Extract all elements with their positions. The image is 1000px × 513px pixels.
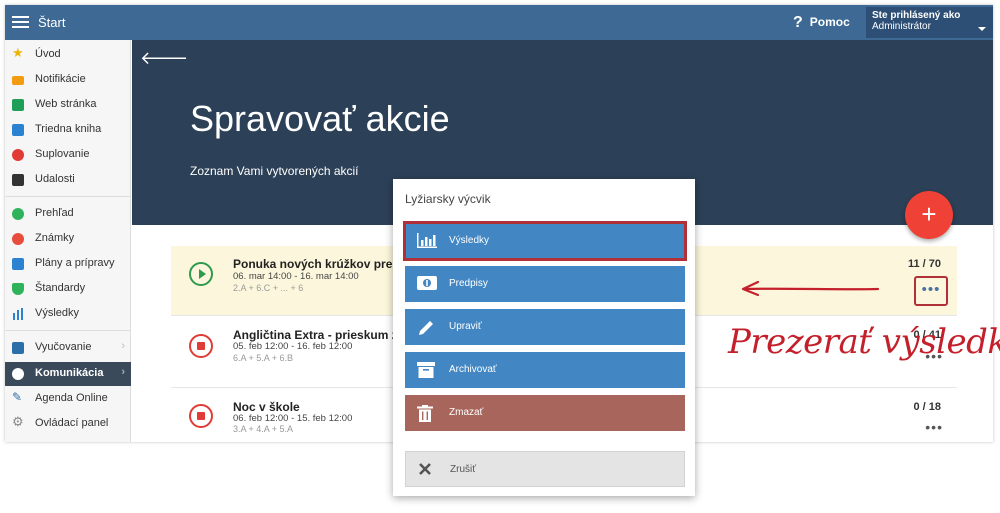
more-options-icon[interactable]: ••• [925,419,943,435]
hamburger-menu-icon[interactable] [11,12,31,32]
event-date: 06. feb 12:00 - 15. feb 12:00 [233,413,353,424]
briefcase-icon [12,258,24,270]
event-classes: 3.A + 4.A + 5.A [233,424,294,434]
pen-icon: ✎ [12,390,23,404]
envelope-icon [12,76,24,85]
pencil-icon [417,319,435,335]
close-icon [418,462,436,477]
sidebar-item-vyucovanie[interactable]: Vyučovanie › [5,336,131,360]
money-icon [417,276,437,291]
grade-icon [12,233,24,245]
event-date: 05. feb 12:00 - 16. feb 12:00 [233,341,353,352]
app-title: Štart [38,15,66,30]
sidebar-item-uvod[interactable]: ★ Úvod [5,43,131,67]
sidebar-divider [5,196,131,197]
chevron-right-icon: › [121,366,125,378]
sidebar: ★ Úvod Notifikácie Web stránka Triedna k… [5,40,131,442]
archive-button[interactable]: Archivovať [405,352,685,388]
stop-icon [189,334,213,358]
sidebar-item-prehlad[interactable]: Prehľad [5,202,131,226]
check-circle-icon [12,208,24,220]
sidebar-item-vysledky[interactable]: Výsledky [5,302,131,326]
sidebar-item-plany[interactable]: Plány a prípravy [5,252,131,276]
sidebar-item-notifikacie[interactable]: Notifikácie [5,68,131,92]
help-label: Pomoc [809,15,850,29]
sidebar-item-udalosti[interactable]: Udalosti [5,168,131,192]
bar-chart-icon [12,308,24,320]
event-classes: 2.A + 6.C + ... + 6 [233,283,304,293]
more-options-icon[interactable]: ••• [914,276,948,306]
page-title: Spravovať akcie [190,98,450,139]
event-actions-dialog: Lyžiarsky výcvik Výsledky Predpisy Uprav… [393,179,695,496]
results-button[interactable]: Výsledky [403,221,687,261]
event-classes: 6.A + 5.A + 6.B [233,353,294,363]
edit-button[interactable]: Upraviť [405,309,685,345]
chat-icon [12,368,24,380]
gear-icon: ⚙ [12,414,24,429]
regulations-button[interactable]: Predpisy [405,266,685,302]
clapperboard-icon [12,174,24,186]
person-icon [12,149,24,161]
add-event-button[interactable]: + [905,191,953,239]
sidebar-item-komunikacia[interactable]: Komunikácia › [5,362,131,386]
play-icon [189,262,213,286]
question-icon: ? [793,14,803,31]
chevron-right-icon: › [121,340,125,352]
event-count: 11 / 70 [907,258,941,270]
sidebar-item-ovladaci-panel[interactable]: ⚙ Ovládací panel [5,412,131,436]
sidebar-item-znamky[interactable]: Známky [5,227,131,251]
briefcase-icon [12,342,24,354]
help-button[interactable]: ? Pomoc [793,14,850,32]
sidebar-item-agenda-online[interactable]: ✎ Agenda Online [5,387,131,411]
top-bar: Štart ? Pomoc Ste prihlásený ako Administ… [5,5,993,40]
sidebar-item-web-stranka[interactable]: Web stránka [5,93,131,117]
star-icon: ★ [12,45,24,60]
dialog-title: Lyžiarsky výcvik [405,192,491,206]
event-title: Angličtina Extra - prieskum zá [233,328,405,342]
home-icon [12,99,24,111]
sidebar-item-standardy[interactable]: Štandardy [5,277,131,301]
event-count: 0 / 18 [913,401,941,413]
archive-icon [417,362,435,378]
event-date: 06. mar 14:00 - 16. mar 14:00 [233,271,359,282]
stop-icon [189,404,213,428]
annotation-arrow-icon [741,280,880,297]
back-arrow-icon[interactable]: 🡐 [140,48,188,69]
book-icon [12,124,24,136]
user-menu[interactable]: Ste prihlásený ako Administrátor [866,7,993,38]
delete-button[interactable]: Zmazať [405,395,685,431]
annotation-label: Prezerať výsledky [728,322,1000,362]
event-title: Ponuka nových krúžkov pre 2 [233,257,403,271]
event-title: Noc v škole [233,400,300,414]
sidebar-item-triedna-kniha[interactable]: Triedna kniha [5,118,131,142]
user-status-label: Ste prihlásený ako [872,10,961,21]
cancel-button[interactable]: Zrušiť [405,451,685,487]
sidebar-item-suplovanie[interactable]: Suplovanie [5,143,131,167]
bar-chart-icon [417,233,437,248]
shield-icon [12,283,24,295]
sidebar-divider [5,330,131,331]
caret-down-icon [978,27,986,31]
trash-icon [417,405,435,422]
user-role: Administrátor [872,21,931,32]
page-subtitle: Zoznam Vami vytvorených akcií [190,164,359,178]
